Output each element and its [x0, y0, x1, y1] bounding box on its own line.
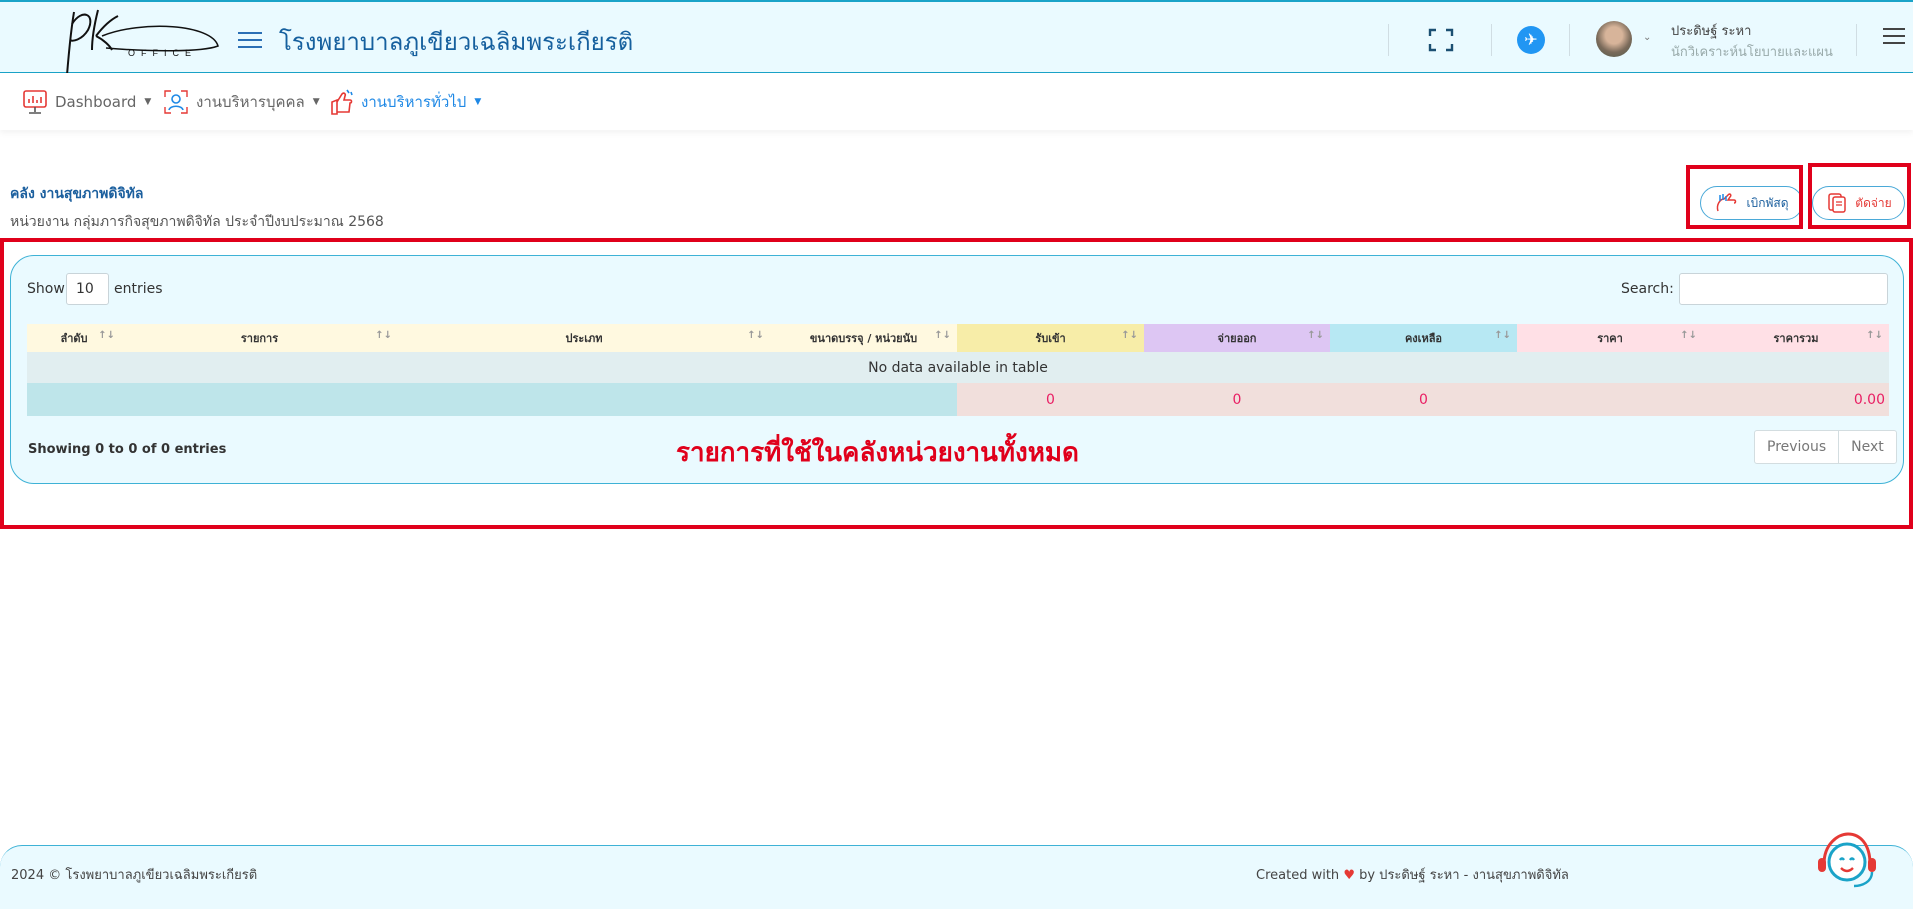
logo-office-text: OFFICE [128, 48, 197, 58]
footer-created-suffix: by ประดิษฐ์ ระหา - งานสุขภาพดิจิทัล [1359, 868, 1569, 883]
main-nav: Dashboard ▼ งานบริหารบุคคล ▼ งานบริหารทั่ว… [0, 73, 1913, 130]
sort-icon: ↑↓ [747, 330, 764, 341]
chevron-down-icon: ▼ [474, 97, 482, 107]
heart-icon: ♥ [1343, 868, 1355, 883]
footer [0, 845, 1913, 909]
dashboard-icon [23, 90, 47, 114]
column-header-remaining[interactable]: คงเหลือ ↑↓ [1330, 324, 1517, 352]
table-info: Showing 0 to 0 of 0 entries [28, 442, 227, 457]
column-header-price[interactable]: ราคา ↑↓ [1517, 324, 1703, 352]
page-subtitle: หน่วยงาน กลุ่มภารกิจสุขภาพดิจิทัล ประจำป… [10, 214, 384, 230]
nav-personnel[interactable]: งานบริหารบุคคล ▼ [162, 87, 320, 117]
pagination: Previous Next [1754, 430, 1897, 464]
sort-icon: ↑↓ [98, 330, 115, 341]
chevron-down-icon[interactable]: ⌄ [1643, 32, 1651, 43]
highlight-box [1808, 163, 1911, 229]
previous-page-button[interactable]: Previous [1755, 431, 1840, 463]
sort-icon: ↑↓ [1866, 330, 1883, 341]
column-header-label: ประเภท [565, 332, 603, 345]
nav-general-admin-label: งานบริหารทั่วไป [361, 93, 467, 111]
nav-dashboard[interactable]: Dashboard ▼ [21, 87, 151, 117]
user-name[interactable]: ประดิษฐ์ ระหา [1671, 20, 1751, 41]
search-label: Search: [1621, 281, 1674, 297]
sidebar-toggle-menu-icon[interactable] [238, 32, 262, 50]
column-header-label: คงเหลือ [1404, 332, 1443, 345]
divider [1856, 24, 1857, 56]
chevron-down-icon: ▼ [312, 97, 320, 107]
show-label: Show [27, 281, 65, 297]
totals-spacer [27, 383, 957, 416]
column-header-issued[interactable]: จ่ายออก ↑↓ [1144, 324, 1330, 352]
column-header-unit[interactable]: ขนาดบรรจุ / หน่วยนับ ↑↓ [770, 324, 957, 352]
nav-personnel-label: งานบริหารบุคคล [196, 93, 305, 111]
inventory-table: ลำดับ ↑↓ รายการ ↑↓ ประเภท ↑↓ ขนาดบรรจุ / หน… [27, 324, 1889, 416]
footer-credits: Created with ♥ by ประดิษฐ์ ระหา - งานสุข… [1256, 864, 1569, 885]
column-header-label: จ่ายออก [1217, 332, 1257, 345]
hospital-title: โรงพยาบาลภูเขียวเฉลิมพระเกียรติ [279, 28, 634, 56]
column-header-total-price[interactable]: ราคารวม ↑↓ [1703, 324, 1889, 352]
user-avatar[interactable] [1596, 21, 1632, 57]
sort-icon: ↑↓ [934, 330, 951, 341]
empty-row: No data available in table [27, 352, 1889, 383]
entries-label: entries [114, 281, 163, 297]
fullscreen-icon[interactable] [1428, 28, 1454, 52]
sort-icon: ↑↓ [1121, 330, 1138, 341]
nav-general-admin[interactable]: งานบริหารทั่วไป ▼ [327, 87, 481, 117]
sort-icon: ↑↓ [375, 330, 392, 341]
top-header: OFFICE โรงพยาบาลภูเขียวเฉลิมพระเกียรติ ✈… [0, 0, 1913, 89]
search-input[interactable] [1679, 273, 1888, 305]
airplane-icon[interactable]: ✈ [1517, 26, 1545, 54]
column-header-received[interactable]: รับเข้า ↑↓ [957, 324, 1144, 352]
column-header-label: ลำดับ [60, 332, 88, 345]
total-issued: 0 [1144, 383, 1330, 416]
totals-row: 0 0 0 0.00 [27, 383, 1889, 416]
column-header-type[interactable]: ประเภท ↑↓ [398, 324, 770, 352]
total-remaining: 0 [1330, 383, 1517, 416]
total-sum: 0.00 [1703, 383, 1889, 416]
total-price [1517, 383, 1703, 416]
sort-icon: ↑↓ [1494, 330, 1511, 341]
sort-icon: ↑↓ [1307, 330, 1324, 341]
column-header-label: ราคา [1597, 332, 1623, 345]
total-received: 0 [957, 383, 1144, 416]
sort-icon: ↑↓ [1680, 330, 1697, 341]
column-header-label: ขนาดบรรจุ / หน่วยนับ [809, 332, 918, 345]
divider [1569, 24, 1570, 56]
column-header-item[interactable]: รายการ ↑↓ [121, 324, 398, 352]
highlight-box [1686, 165, 1803, 229]
column-header-label: รับเข้า [1035, 332, 1066, 345]
next-page-button[interactable]: Next [1839, 431, 1896, 463]
annotation-label: รายการที่ใช้ในคลังหน่วยงานทั้งหมด [676, 438, 1079, 468]
right-menu-icon[interactable] [1883, 28, 1905, 46]
chevron-down-icon: ▼ [144, 97, 152, 107]
nav-dashboard-label: Dashboard [55, 93, 137, 111]
hand-icon [331, 89, 353, 115]
page-title: คลัง งานสุขภาพดิจิทัล [10, 186, 144, 202]
table-header-row: ลำดับ ↑↓ รายการ ↑↓ ประเภท ↑↓ ขนาดบรรจุ / หน… [27, 324, 1889, 352]
divider [1388, 24, 1389, 56]
divider [1491, 24, 1492, 56]
user-role: นักวิเคราะห์นโยบายและแผน [1671, 45, 1833, 60]
empty-message: No data available in table [27, 352, 1889, 383]
column-header-label: รายการ [240, 332, 279, 345]
support-agent-icon[interactable] [1810, 826, 1882, 898]
column-header-label: ราคารวม [1773, 332, 1819, 345]
footer-created-prefix: Created with [1256, 868, 1340, 883]
column-header-order[interactable]: ลำดับ ↑↓ [27, 324, 121, 352]
person-icon [164, 90, 188, 114]
entries-length-select[interactable]: 10 [66, 273, 109, 305]
footer-copyright: 2024 © โรงพยาบาลภูเขียวเฉลิมพระเกียรติ [11, 868, 258, 883]
